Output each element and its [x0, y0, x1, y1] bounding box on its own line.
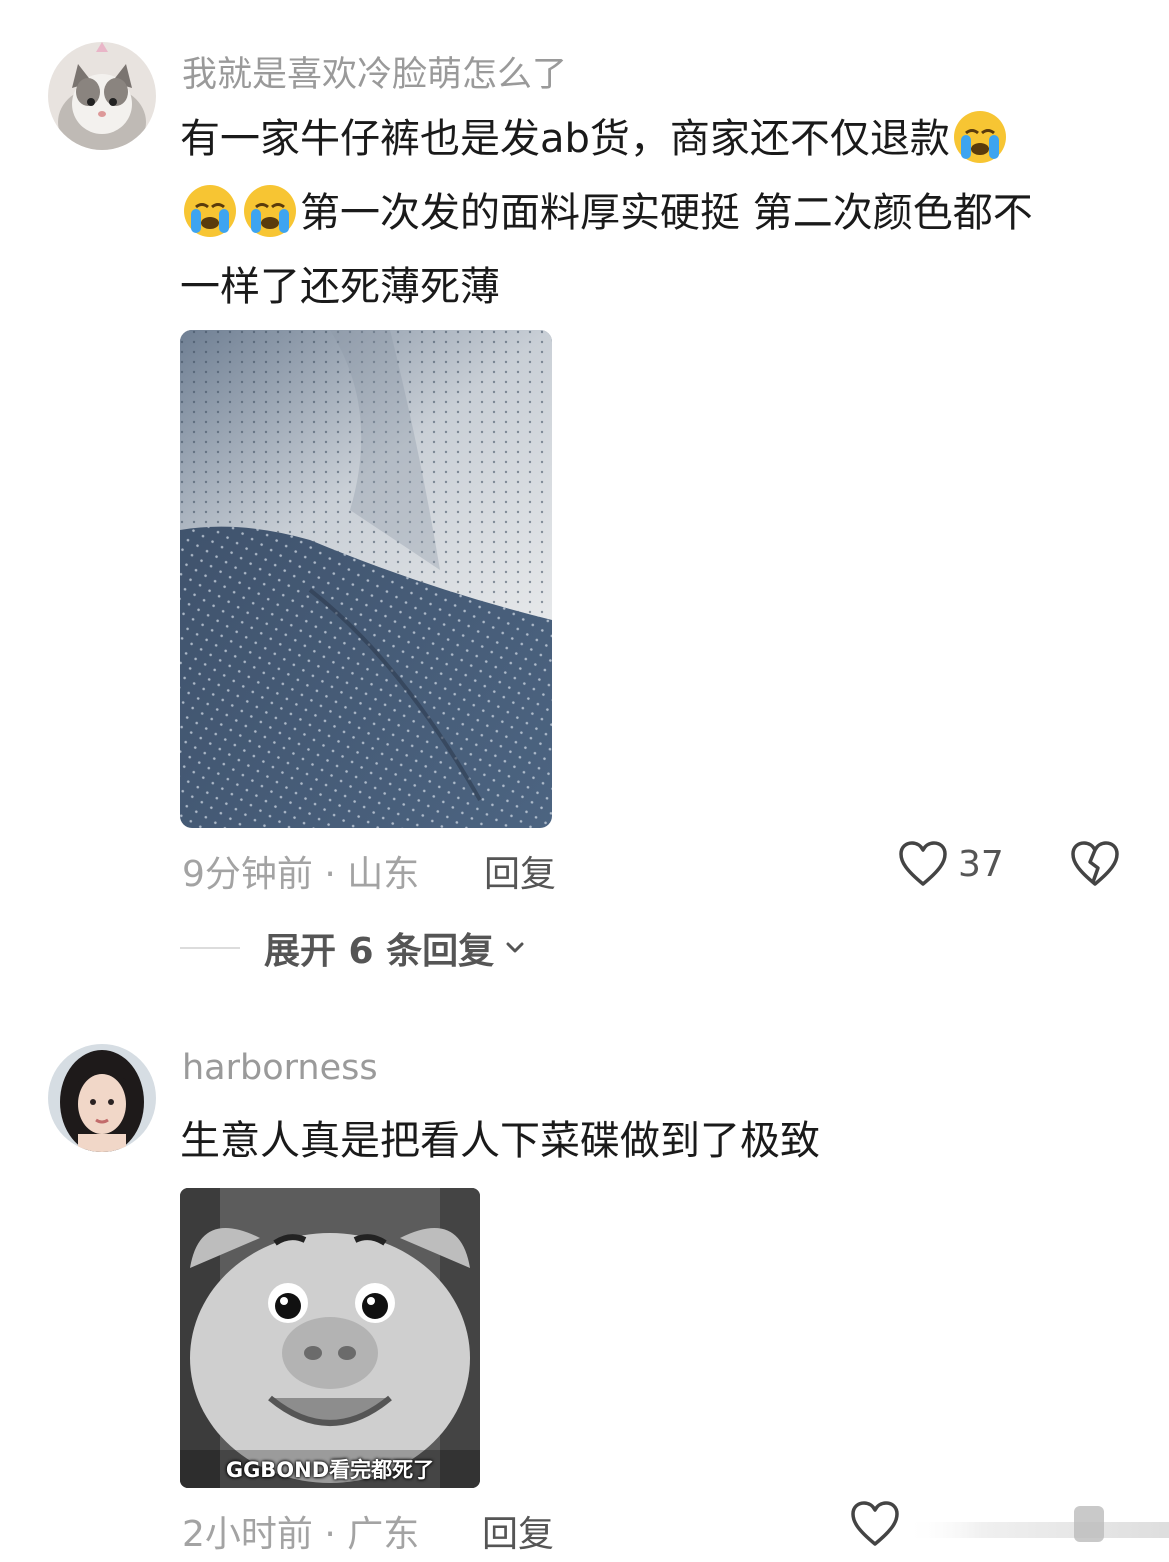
expand-replies-button[interactable]: 展开 6 条回复 [180, 922, 530, 974]
comment-text-line: 一样了还死薄死薄 [180, 264, 500, 310]
like-count: 37 [958, 843, 1004, 885]
comment-text: 有一家牛仔裤也是发ab货，商家还不仅退款 第一次发的面料厚实硬挺 第二次颜色都不… [180, 102, 1130, 324]
cat-avatar-icon [48, 42, 156, 150]
like-button[interactable]: 37 [898, 840, 1004, 888]
heart-icon [899, 841, 947, 886]
sticker-caption: GGBOND看完都死了 [225, 1458, 435, 1482]
username[interactable]: harborness [182, 1048, 378, 1088]
time-location: 9分钟前 · 山东 [182, 854, 420, 895]
username[interactable]: 我就是喜欢冷脸萌怎么了 [182, 46, 567, 97]
expand-replies-label: 展开 6 条回复 [264, 931, 495, 972]
comment-text-line: 有一家牛仔裤也是发ab货，商家还不仅退款 [180, 116, 950, 162]
divider [180, 947, 240, 949]
broken-heart-icon [1071, 841, 1119, 886]
loudly-crying-face-icon [952, 109, 1008, 165]
chevron-down-icon [506, 942, 524, 953]
woman-avatar-icon [48, 1044, 156, 1152]
comment-photo[interactable] [180, 330, 552, 828]
dislike-button[interactable] [1070, 840, 1120, 892]
like-button[interactable] [850, 1500, 900, 1548]
avatar[interactable] [48, 42, 156, 150]
comment-text: 生意人真是把看人下菜碟做到了极致 [180, 1118, 820, 1164]
comment-item: 我就是喜欢冷脸萌怎么了 有一家牛仔裤也是发ab货，商家还不仅退款 第一次发的面料… [0, 0, 1169, 1000]
heart-icon [851, 1501, 899, 1546]
comment-text-line: 第一次发的面料厚实硬挺 第二次颜色都不 [300, 190, 1033, 236]
reply-button[interactable]: 回复 [484, 845, 556, 897]
avatar[interactable] [48, 1044, 156, 1152]
reply-button[interactable]: 回复 [482, 1505, 554, 1557]
denim-fabric-image [180, 330, 552, 828]
comment-sticker[interactable]: GGBOND看完都死了 [180, 1188, 480, 1488]
pig-sticker-image [180, 1188, 480, 1488]
time-location: 2小时前 · 广东 [182, 1514, 420, 1555]
loudly-crying-face-icon [242, 183, 298, 239]
bottom-fade-overlay [904, 1500, 1169, 1558]
loudly-crying-face-icon [182, 183, 238, 239]
